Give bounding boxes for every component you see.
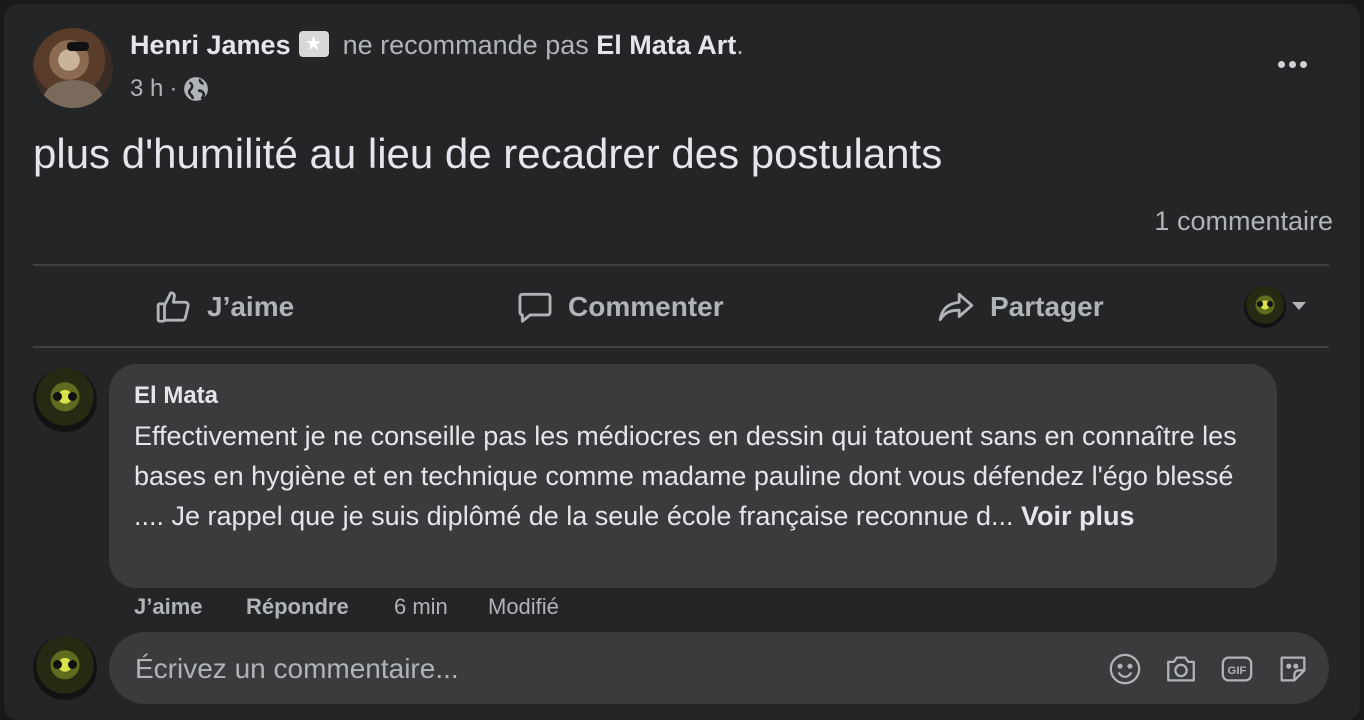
divider-bottom <box>33 346 1329 348</box>
like-button[interactable]: J’aime <box>155 268 294 346</box>
post-text: plus d'humilité au lieu de recadrer des … <box>33 130 943 177</box>
composer-avatar <box>33 636 97 700</box>
see-more-link[interactable]: Voir plus <box>1021 501 1135 531</box>
skull-eye <box>68 392 77 401</box>
comment-time[interactable]: 6 min <box>394 594 488 620</box>
share-button[interactable]: Partager <box>936 268 1104 346</box>
header-period: . <box>736 30 744 60</box>
audience-selector[interactable] <box>1244 286 1314 328</box>
comment-count[interactable]: 1 commentaire <box>1154 206 1333 237</box>
more-icon-dot <box>1277 60 1285 68</box>
avatar-shirt <box>43 80 103 108</box>
emoji-icon[interactable] <box>1108 652 1142 686</box>
globe-icon[interactable] <box>183 76 209 102</box>
more-options-button[interactable] <box>1268 44 1316 84</box>
star-badge-icon <box>298 31 329 57</box>
author-name[interactable]: Henri James <box>130 30 291 60</box>
comment-input[interactable] <box>133 632 1037 706</box>
comment-bubble: El Mata Effectivement je ne conseille pa… <box>109 364 1277 588</box>
author-avatar[interactable] <box>33 28 113 108</box>
more-icon-dot <box>1299 60 1307 68</box>
page-name[interactable]: El Mata Art <box>596 30 736 60</box>
share-label: Partager <box>990 291 1104 322</box>
share-arrow-icon <box>938 292 974 322</box>
comment-bubble-icon <box>518 292 552 323</box>
skull-eye <box>1257 301 1263 307</box>
gif-icon[interactable]: GIF <box>1220 652 1254 686</box>
avatar-glasses <box>67 42 89 51</box>
post-time[interactable]: 3 h <box>130 75 163 103</box>
comment-label: Commenter <box>568 291 724 322</box>
comment-reply-link[interactable]: Répondre <box>246 594 394 620</box>
meta-separator: · <box>169 75 178 102</box>
profile-avatar-small <box>1244 286 1286 328</box>
comment-text: Effectivement je ne conseille pas les mé… <box>134 416 1244 536</box>
action-bar: J’aime Commenter Partager <box>33 268 1329 346</box>
post-meta: 3 h · <box>130 75 209 103</box>
skull-eye <box>68 660 77 669</box>
skull-eye <box>53 392 62 401</box>
camera-icon[interactable] <box>1164 652 1198 686</box>
like-label: J’aime <box>207 291 295 322</box>
comment-author[interactable]: El Mata <box>134 382 218 410</box>
divider-top <box>33 264 1329 266</box>
recommend-verb: ne recommande pas <box>342 30 589 60</box>
comment-actions: J’aime Répondre 6 min Modifié <box>134 594 559 620</box>
comment-composer: GIF <box>109 632 1329 706</box>
comment-edited: Modifié <box>488 594 559 619</box>
skull-eye <box>1267 301 1273 307</box>
thumbs-up-icon <box>156 291 190 323</box>
more-icon-dot <box>1288 60 1296 68</box>
commenter-avatar[interactable] <box>33 368 97 432</box>
chevron-down-icon <box>1292 302 1306 310</box>
comment-button[interactable]: Commenter <box>516 268 724 346</box>
comment-like-link[interactable]: J’aime <box>134 594 246 620</box>
skull-eye <box>53 660 62 669</box>
sticker-icon[interactable] <box>1276 652 1310 686</box>
svg-text:GIF: GIF <box>1228 665 1247 677</box>
post-header-line: Henri James ne recommande pas El Mata Art… <box>130 30 744 61</box>
